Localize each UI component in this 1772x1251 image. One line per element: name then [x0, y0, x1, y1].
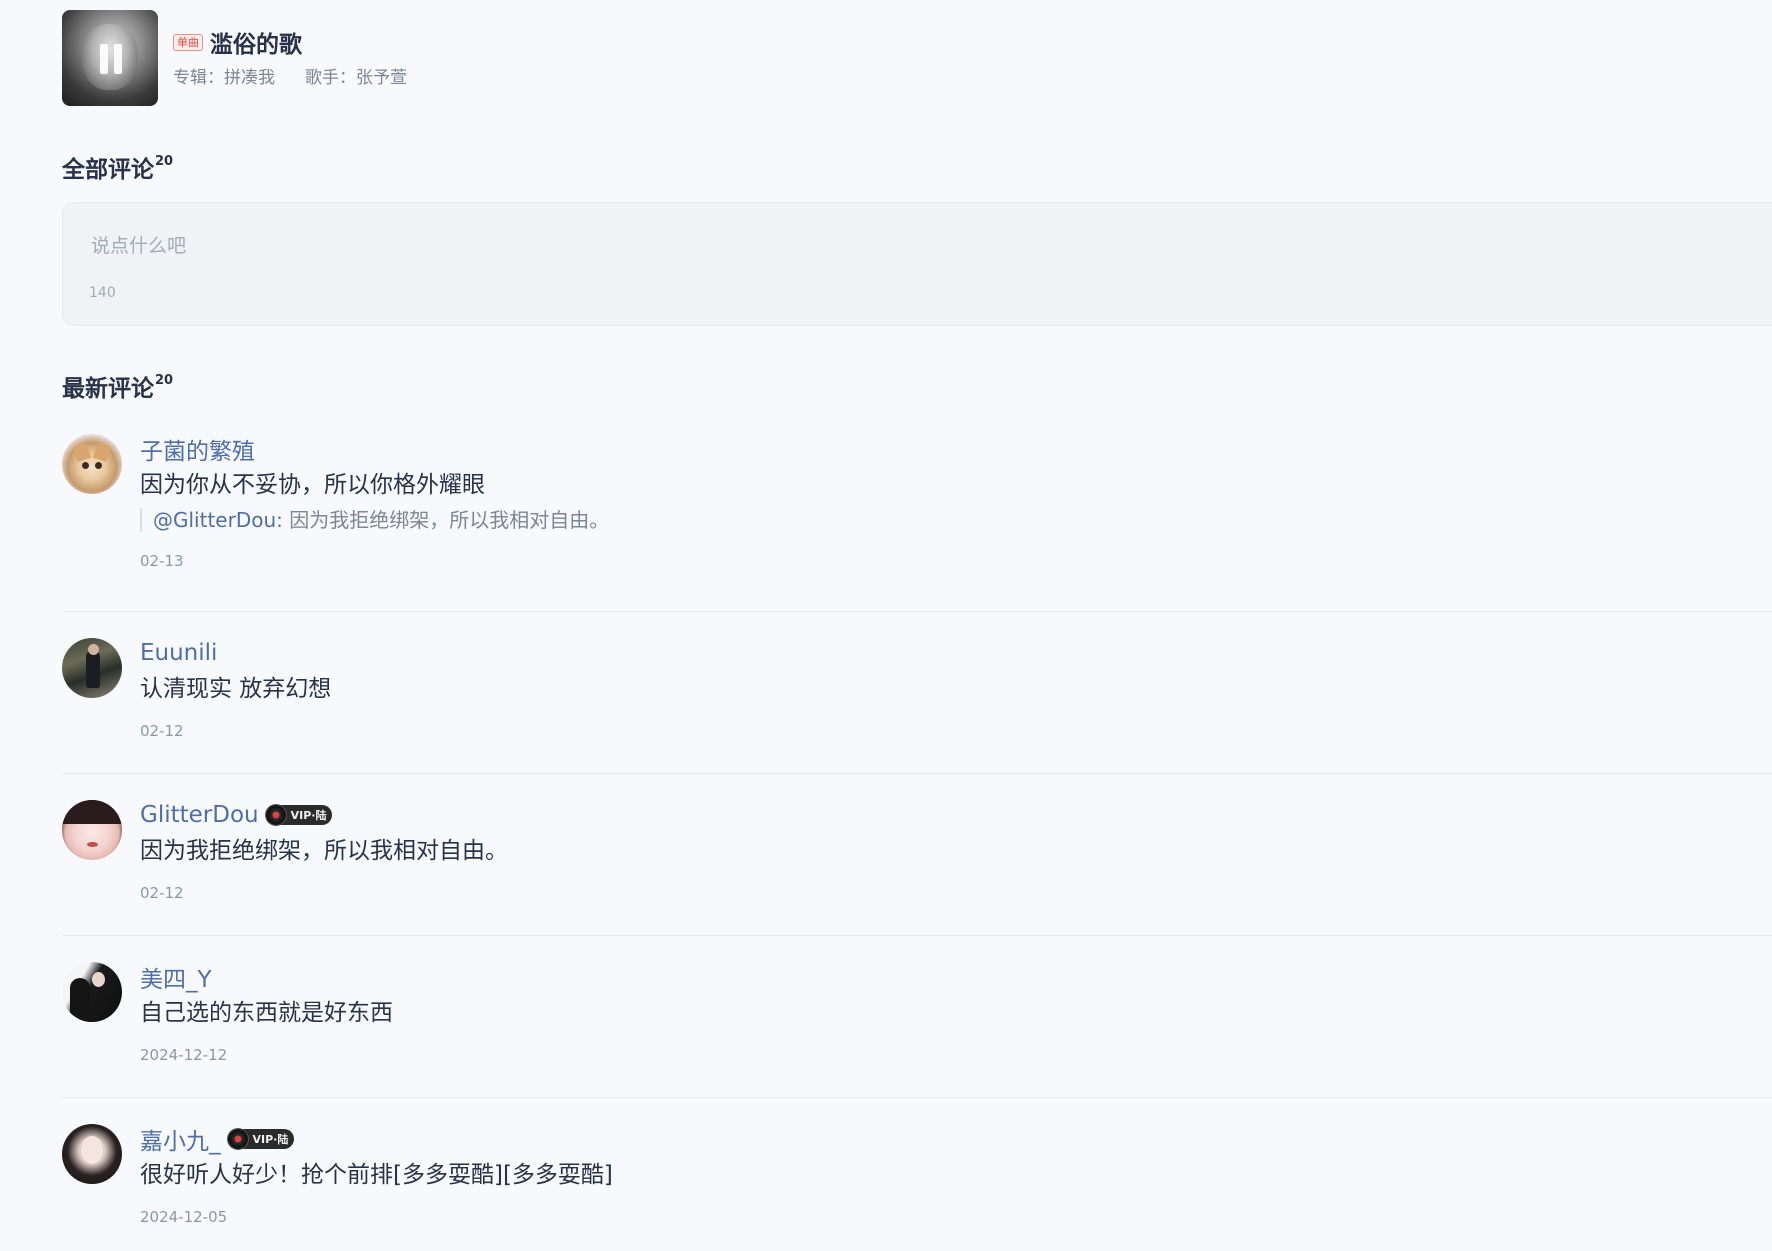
vinyl-disc-icon — [265, 805, 286, 825]
comment-item: Euunili 认清现实 放弃幻想 02-12 — [62, 612, 1772, 774]
song-header: 单曲 滥俗的歌 专辑：拼凑我 歌手：张予萱 — [62, 10, 437, 106]
song-title: 滥俗的歌 — [210, 32, 302, 58]
all-comments-title: 全部评论20 — [62, 150, 173, 184]
avatar-art — [81, 1136, 103, 1164]
username[interactable]: 子菌的繁殖 — [140, 432, 255, 466]
mention-link[interactable]: @GlitterDou: — [153, 508, 283, 532]
comment-body: GlitterDou VIP·陆 因为我拒绝绑架，所以我相对自由。 02-12 — [140, 800, 508, 902]
comment-date: 02-13 — [140, 552, 184, 570]
comment-date: 2024-12-05 — [140, 1208, 228, 1226]
comment-list: 子菌的繁殖 因为你从不妥协，所以你格外耀眼 @GlitterDou: 因为我拒绝… — [62, 434, 1772, 1251]
comment-body: 子菌的繁殖 因为你从不妥协，所以你格外耀眼 @GlitterDou: 因为我拒绝… — [140, 434, 609, 570]
vip-label: VIP·陆 — [252, 1133, 289, 1146]
comments-page: 单曲 滥俗的歌 专辑：拼凑我 歌手：张予萱 全部评论20 140 最新评论20 — [0, 0, 1772, 1251]
comment-date: 02-12 — [140, 722, 184, 740]
quoted-text: 因为我拒绝绑架，所以我相对自由。 — [282, 508, 610, 532]
album-link[interactable]: 专辑：拼凑我 — [173, 63, 275, 88]
song-meta: 专辑：拼凑我 歌手：张予萱 — [173, 63, 437, 88]
comment-input-box: 140 — [62, 202, 1772, 326]
comment-body: 嘉小九_ VIP·陆 很好听人好少！抢个前排[多多耍酷][多多耍酷] 2024-… — [140, 1124, 613, 1226]
song-title-row: 单曲 滥俗的歌 — [173, 28, 437, 58]
cover-image — [82, 24, 138, 90]
comment-text: 认清现实 放弃幻想 — [140, 676, 332, 702]
avatar-art — [70, 978, 90, 1022]
song-cover[interactable] — [62, 10, 158, 106]
song-info: 单曲 滥俗的歌 专辑：拼凑我 歌手：张予萱 — [173, 10, 437, 88]
singer-link[interactable]: 歌手：张予萱 — [305, 63, 407, 88]
username[interactable]: Euunili — [140, 640, 217, 666]
vip-badge[interactable]: VIP·陆 — [265, 805, 333, 825]
quoted-reply: @GlitterDou: 因为我拒绝绑架，所以我相对自由。 — [140, 508, 609, 532]
avatar-art — [62, 800, 122, 824]
comment-item: 美四_Y 自己选的东西就是好东西 2024-12-12 — [62, 936, 1772, 1098]
all-comments-count: 20 — [155, 154, 174, 170]
single-tag: 单曲 — [173, 33, 203, 51]
user-row: 美四_Y — [140, 960, 393, 994]
avatar-art — [88, 644, 99, 655]
comment-text: 自己选的东西就是好东西 — [140, 1000, 393, 1026]
user-row: Euunili — [140, 638, 331, 668]
comment-date: 02-12 — [140, 884, 184, 902]
comment-date: 2024-12-12 — [140, 1046, 228, 1064]
avatar[interactable] — [62, 434, 122, 494]
avatar-art — [87, 842, 98, 847]
avatar-art — [92, 442, 112, 462]
avatar[interactable] — [62, 800, 122, 860]
avatar-art — [72, 442, 92, 462]
username[interactable]: GlitterDou — [140, 802, 259, 828]
vip-badge[interactable]: VIP·陆 — [227, 1129, 295, 1149]
comment-item: 嘉小九_ VIP·陆 很好听人好少！抢个前排[多多耍酷][多多耍酷] 2024-… — [62, 1098, 1772, 1251]
username[interactable]: 美四_Y — [140, 960, 212, 994]
user-row: 嘉小九_ VIP·陆 — [140, 1122, 613, 1156]
comment-item: GlitterDou VIP·陆 因为我拒绝绑架，所以我相对自由。 02-12 — [62, 774, 1772, 936]
vinyl-disc-icon — [227, 1129, 248, 1149]
comment-body: Euunili 认清现实 放弃幻想 02-12 — [140, 638, 331, 740]
username[interactable]: 嘉小九_ — [140, 1122, 221, 1156]
vip-label: VIP·陆 — [290, 809, 327, 822]
comment-text: 很好听人好少！抢个前排[多多耍酷][多多耍酷] — [140, 1162, 613, 1188]
avatar[interactable] — [62, 962, 122, 1022]
avatar-art — [86, 650, 100, 688]
avatar-art — [82, 462, 89, 469]
all-comments-label: 全部评论 — [62, 157, 154, 183]
avatar[interactable] — [62, 638, 122, 698]
comment-input[interactable] — [89, 229, 1293, 273]
avatar-art — [92, 972, 105, 987]
pause-icon — [114, 44, 122, 74]
pause-icon — [100, 44, 108, 74]
latest-comments-count: 20 — [155, 373, 174, 389]
user-row: GlitterDou VIP·陆 — [140, 800, 508, 830]
comment-item: 子菌的繁殖 因为你从不妥协，所以你格外耀眼 @GlitterDou: 因为我拒绝… — [62, 434, 1772, 612]
char-count: 140 — [89, 285, 116, 301]
user-row: 子菌的繁殖 — [140, 432, 609, 466]
comment-text: 因为我拒绝绑架，所以我相对自由。 — [140, 838, 508, 864]
comment-body: 美四_Y 自己选的东西就是好东西 2024-12-12 — [140, 962, 393, 1064]
latest-comments-title: 最新评论20 — [62, 369, 173, 403]
avatar-art — [95, 462, 102, 469]
comment-text: 因为你从不妥协，所以你格外耀眼 — [140, 472, 485, 498]
avatar[interactable] — [62, 1124, 122, 1184]
latest-comments-label: 最新评论 — [62, 376, 154, 402]
